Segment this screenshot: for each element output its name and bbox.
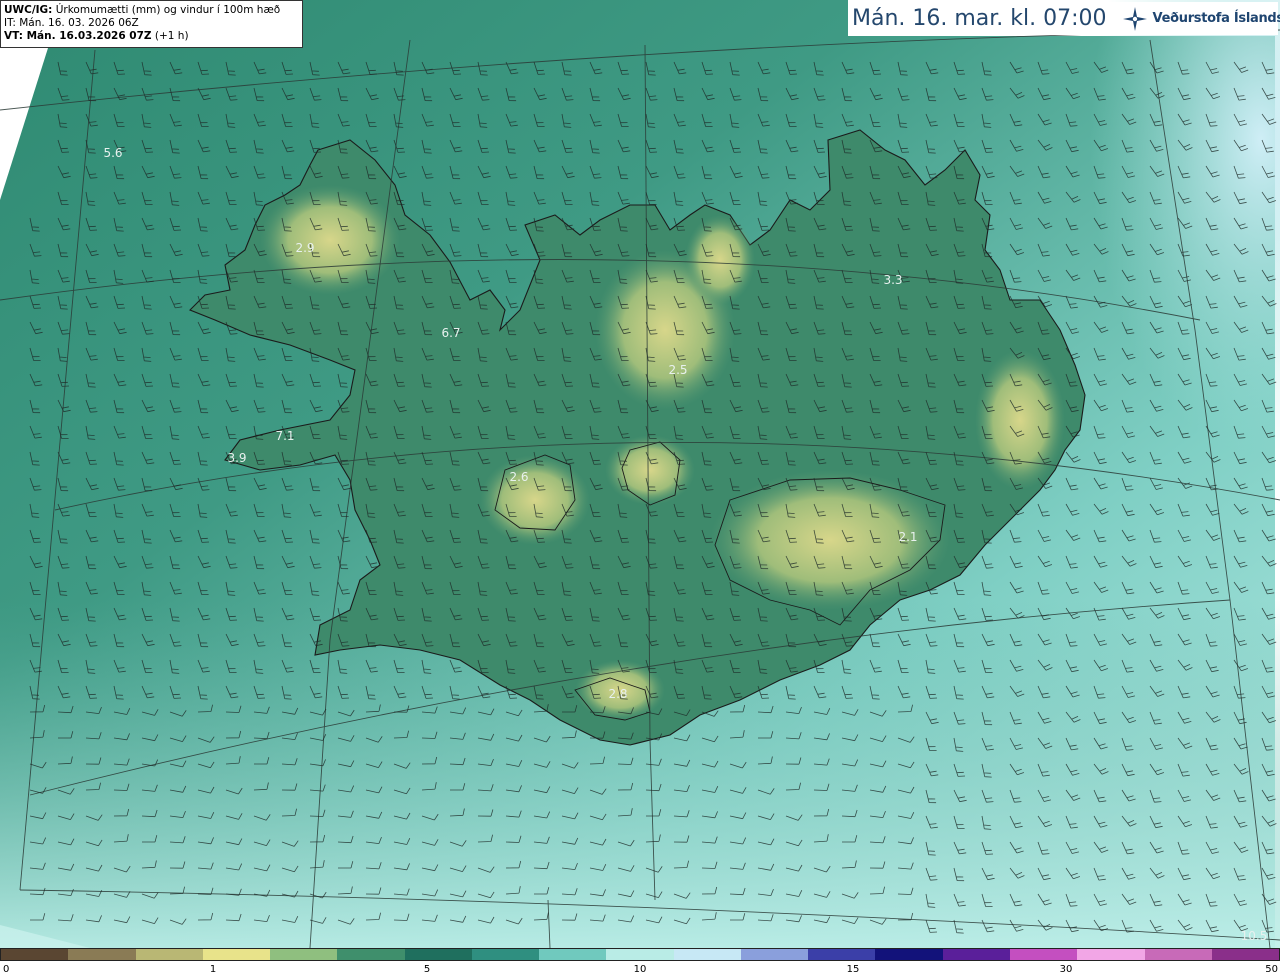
forecast-title-bar: Mán. 16. mar. kl. 07:00 Veðurstofa Íslan… xyxy=(848,2,1280,35)
valid-offset: (+1 h) xyxy=(154,30,189,42)
colorbar-segment xyxy=(337,949,405,960)
vedurstofa-logo[interactable]: Veðurstofa Íslands xyxy=(1121,5,1280,33)
precipitation-wind-map xyxy=(0,0,1280,948)
colorbar-segment xyxy=(1009,949,1078,960)
colorbar-segment xyxy=(740,949,809,960)
colorbar-strip xyxy=(0,948,1280,961)
colorbar-segment xyxy=(539,949,607,960)
colorbar-segment xyxy=(202,949,271,960)
highland-center xyxy=(605,435,695,505)
vedurstofa-star-icon xyxy=(1122,6,1147,31)
colorbar-segment xyxy=(471,949,540,960)
valid-time: VT: Mán. 16.03.2026 07Z xyxy=(4,30,152,42)
forecast-map-view: UWC/IG: Úrkomumætti (mm) og vindur í 100… xyxy=(0,0,1280,978)
colorbar-tick-label: 30 xyxy=(1059,964,1073,975)
colorbar-segment xyxy=(942,949,1010,960)
colorbar-segment xyxy=(1,949,69,960)
colorbar-tick-label: 15 xyxy=(846,964,860,975)
product-line: UWC/IG: Úrkomumætti (mm) og vindur í 100… xyxy=(4,4,299,17)
colorbar-segment xyxy=(135,949,203,960)
colorbar-segment xyxy=(1077,949,1145,960)
colorbar-segment xyxy=(1211,949,1280,960)
colorbar-tick-label: 1 xyxy=(209,964,217,975)
colorbar-tick-label: 0 xyxy=(3,964,10,975)
colorbar-segment xyxy=(606,949,674,960)
valid-time-line: VT: Mán. 16.03.2026 07Z (+1 h) xyxy=(4,30,299,43)
colorbar-segment xyxy=(68,949,136,960)
forecast-time-title: Mán. 16. mar. kl. 07:00 xyxy=(852,6,1107,31)
colorbar-tick-label: 5 xyxy=(423,964,431,975)
highland-northeast xyxy=(685,215,755,305)
highland-east xyxy=(975,350,1065,490)
colorbar-legend: 0 1 5 10 15 30 50 xyxy=(0,948,1280,978)
colorbar-tick-label: 50 xyxy=(1265,964,1278,975)
colorbar-segment xyxy=(1144,949,1212,960)
colorbar-tick-label: 10 xyxy=(633,964,647,975)
product-code: UWC/IG: xyxy=(4,4,53,16)
highland-westfjords xyxy=(260,185,400,295)
product-description: Úrkomumætti (mm) og vindur í 100m hæð xyxy=(55,4,281,16)
colorbar-segment xyxy=(673,949,741,960)
init-time: IT: Mán. 16. 03. 2026 06Z xyxy=(4,17,139,29)
colorbar-segment xyxy=(404,949,472,960)
colorbar-segment xyxy=(875,949,943,960)
colorbar-segment xyxy=(270,949,338,960)
highland-vatnajokull xyxy=(710,470,950,610)
highland-west xyxy=(480,455,590,545)
product-info-box: UWC/IG: Úrkomumætti (mm) og vindur í 100… xyxy=(0,0,303,48)
logo-text: Veðurstofa Íslands xyxy=(1152,11,1280,26)
colorbar-segment xyxy=(808,949,876,960)
